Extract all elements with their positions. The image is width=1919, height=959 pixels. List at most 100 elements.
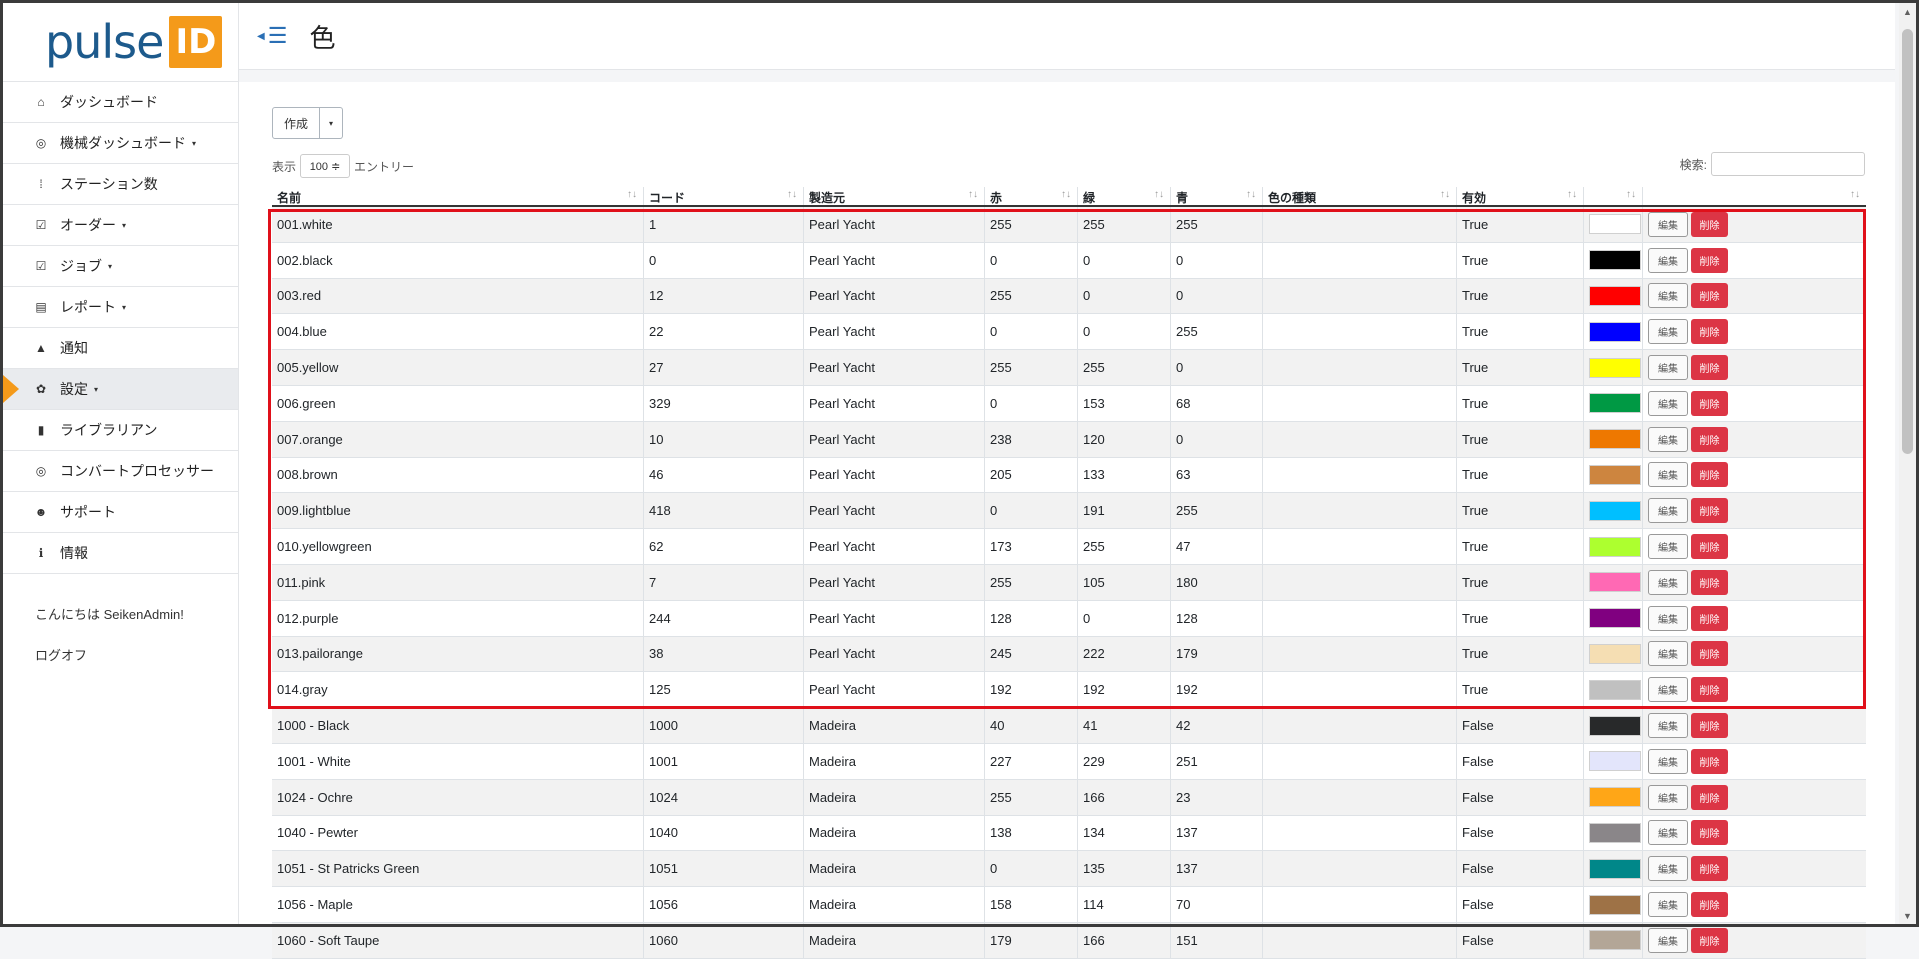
delete-button[interactable]: 削除 [1691, 569, 1728, 595]
cell-code: 244 [644, 600, 804, 636]
cell-enabled: False [1457, 815, 1584, 851]
column-header[interactable]: コード ↑↓ [644, 187, 804, 205]
edit-button[interactable]: 編集 [1648, 927, 1688, 953]
delete-button[interactable]: 削除 [1691, 211, 1728, 237]
column-header[interactable]: 緑 ↑↓ [1078, 187, 1171, 205]
create-button[interactable]: 作成 [272, 107, 320, 139]
create-dropdown-toggle[interactable]: ▾ [320, 107, 343, 139]
edit-button[interactable]: 編集 [1648, 856, 1688, 882]
delete-button[interactable]: 削除 [1691, 355, 1728, 381]
column-header[interactable]: 色の種類 ↑↓ [1263, 187, 1457, 205]
sort-icon[interactable]: ↑↓ [1246, 189, 1256, 200]
sort-icon[interactable]: ↑↓ [1567, 189, 1577, 200]
sort-icon[interactable]: ↑↓ [787, 189, 797, 200]
delete-button[interactable]: 削除 [1691, 677, 1728, 703]
sort-icon[interactable]: ↑↓ [968, 189, 978, 200]
sidebar-item-11[interactable]: ℹ 情報 [3, 533, 238, 574]
edit-button[interactable]: 編集 [1648, 462, 1688, 488]
delete-button[interactable]: 削除 [1691, 283, 1728, 309]
edit-button[interactable]: 編集 [1648, 283, 1688, 309]
sort-icon[interactable]: ↑↓ [1440, 189, 1450, 200]
cell-kind [1263, 457, 1457, 493]
delete-button[interactable]: 削除 [1691, 820, 1728, 846]
sidebar-item-5[interactable]: ▤ レポート ▾ [3, 287, 238, 328]
delete-button[interactable]: 削除 [1691, 534, 1728, 560]
edit-button[interactable]: 編集 [1648, 677, 1688, 703]
column-header[interactable]: 名前 ↑↓ [272, 187, 644, 205]
table-row: 1024 - Ochre 1024 Madeira 255 166 23 False 編集 削除 [272, 779, 1866, 816]
edit-button[interactable]: 編集 [1648, 534, 1688, 560]
delete-button[interactable]: 削除 [1691, 856, 1728, 882]
edit-button[interactable]: 編集 [1648, 498, 1688, 524]
column-header[interactable]: 製造元 ↑↓ [804, 187, 985, 205]
sort-icon[interactable]: ↑↓ [1061, 189, 1071, 200]
edit-button[interactable]: 編集 [1648, 319, 1688, 345]
cell-g: 0 [1078, 314, 1171, 350]
logoff-link[interactable]: ログオフ [3, 645, 238, 664]
delete-button[interactable]: 削除 [1691, 748, 1728, 774]
scroll-down-arrow-icon[interactable]: ▼ [1899, 907, 1916, 924]
cell-swatch [1584, 922, 1643, 958]
users-icon: ☻ [34, 505, 48, 519]
edit-button[interactable]: 編集 [1648, 211, 1688, 237]
cell-b: 255 [1171, 493, 1263, 529]
delete-button[interactable]: 削除 [1691, 641, 1728, 667]
search-input[interactable] [1711, 152, 1865, 176]
sidebar-item-4[interactable]: ☑ ジョブ ▾ [3, 246, 238, 287]
delete-button[interactable]: 削除 [1691, 390, 1728, 416]
delete-button[interactable]: 削除 [1691, 927, 1728, 953]
sidebar-item-10[interactable]: ☻ サポート [3, 492, 238, 533]
column-header[interactable]: 赤 ↑↓ [985, 187, 1078, 205]
edit-button[interactable]: 編集 [1648, 390, 1688, 416]
sidebar-item-2[interactable]: ⁞ ステーション数 [3, 164, 238, 205]
delete-button[interactable]: 削除 [1691, 713, 1728, 739]
cell-maker: Madeira [804, 851, 985, 887]
edit-button[interactable]: 編集 [1648, 426, 1688, 452]
delete-button[interactable]: 削除 [1691, 319, 1728, 345]
length-select[interactable]: 100 ≑ [300, 154, 351, 178]
page-scrollbar[interactable]: ▲ ▼ [1899, 3, 1916, 924]
edit-button[interactable]: 編集 [1648, 784, 1688, 810]
scroll-thumb[interactable] [1902, 29, 1913, 454]
delete-button[interactable]: 削除 [1691, 426, 1728, 452]
sidebar-item-7[interactable]: ✿ 設定 ▾ [3, 369, 238, 410]
delete-button[interactable]: 削除 [1691, 247, 1728, 273]
sidebar-item-6[interactable]: ▲ 通知 [3, 328, 238, 369]
logo-badge: ID [169, 16, 223, 68]
sidebar-item-9[interactable]: ◎ コンバートプロセッサー [3, 451, 238, 492]
column-header[interactable]: 有効 ↑↓ [1457, 187, 1584, 205]
scroll-up-arrow-icon[interactable]: ▲ [1899, 3, 1916, 20]
search-label: 検索: [1679, 157, 1707, 172]
edit-button[interactable]: 編集 [1648, 713, 1688, 739]
column-header[interactable]: 青 ↑↓ [1171, 187, 1263, 205]
sidebar-item-1[interactable]: ◎ 機械ダッシュボード ▾ [3, 123, 238, 164]
cell-actions: 編集 削除 [1643, 816, 1866, 851]
sort-icon[interactable]: ↑↓ [1626, 189, 1636, 200]
delete-button[interactable]: 削除 [1691, 892, 1728, 918]
edit-button[interactable]: 編集 [1648, 605, 1688, 631]
edit-button[interactable]: 編集 [1648, 247, 1688, 273]
sidebar-item-8[interactable]: ▮ ライブラリアン [3, 410, 238, 451]
column-header[interactable]: ↑↓ [1584, 187, 1643, 205]
cell-g: 191 [1078, 493, 1171, 529]
menu-toggle-icon[interactable]: ◀ ☰ [257, 23, 287, 49]
edit-button[interactable]: 編集 [1648, 569, 1688, 595]
sort-icon[interactable]: ↑↓ [1154, 189, 1164, 200]
delete-button[interactable]: 削除 [1691, 605, 1728, 631]
sort-icon[interactable]: ↑↓ [627, 189, 637, 200]
edit-button[interactable]: 編集 [1648, 748, 1688, 774]
delete-button[interactable]: 削除 [1691, 784, 1728, 810]
edit-button[interactable]: 編集 [1648, 892, 1688, 918]
pulse-id-logo[interactable]: pulse ID [3, 3, 238, 82]
column-header[interactable]: ↑↓ [1643, 187, 1866, 205]
sort-icon[interactable]: ↑↓ [1850, 189, 1860, 200]
sidebar-item-3[interactable]: ☑ オーダー ▾ [3, 205, 238, 246]
cell-b: 0 [1171, 350, 1263, 385]
delete-button[interactable]: 削除 [1691, 498, 1728, 524]
delete-button[interactable]: 削除 [1691, 462, 1728, 488]
sidebar-item-0[interactable]: ⌂ ダッシュボード [3, 82, 238, 123]
edit-button[interactable]: 編集 [1648, 641, 1688, 667]
edit-button[interactable]: 編集 [1648, 355, 1688, 381]
edit-button[interactable]: 編集 [1648, 820, 1688, 846]
color-swatch [1589, 214, 1641, 235]
